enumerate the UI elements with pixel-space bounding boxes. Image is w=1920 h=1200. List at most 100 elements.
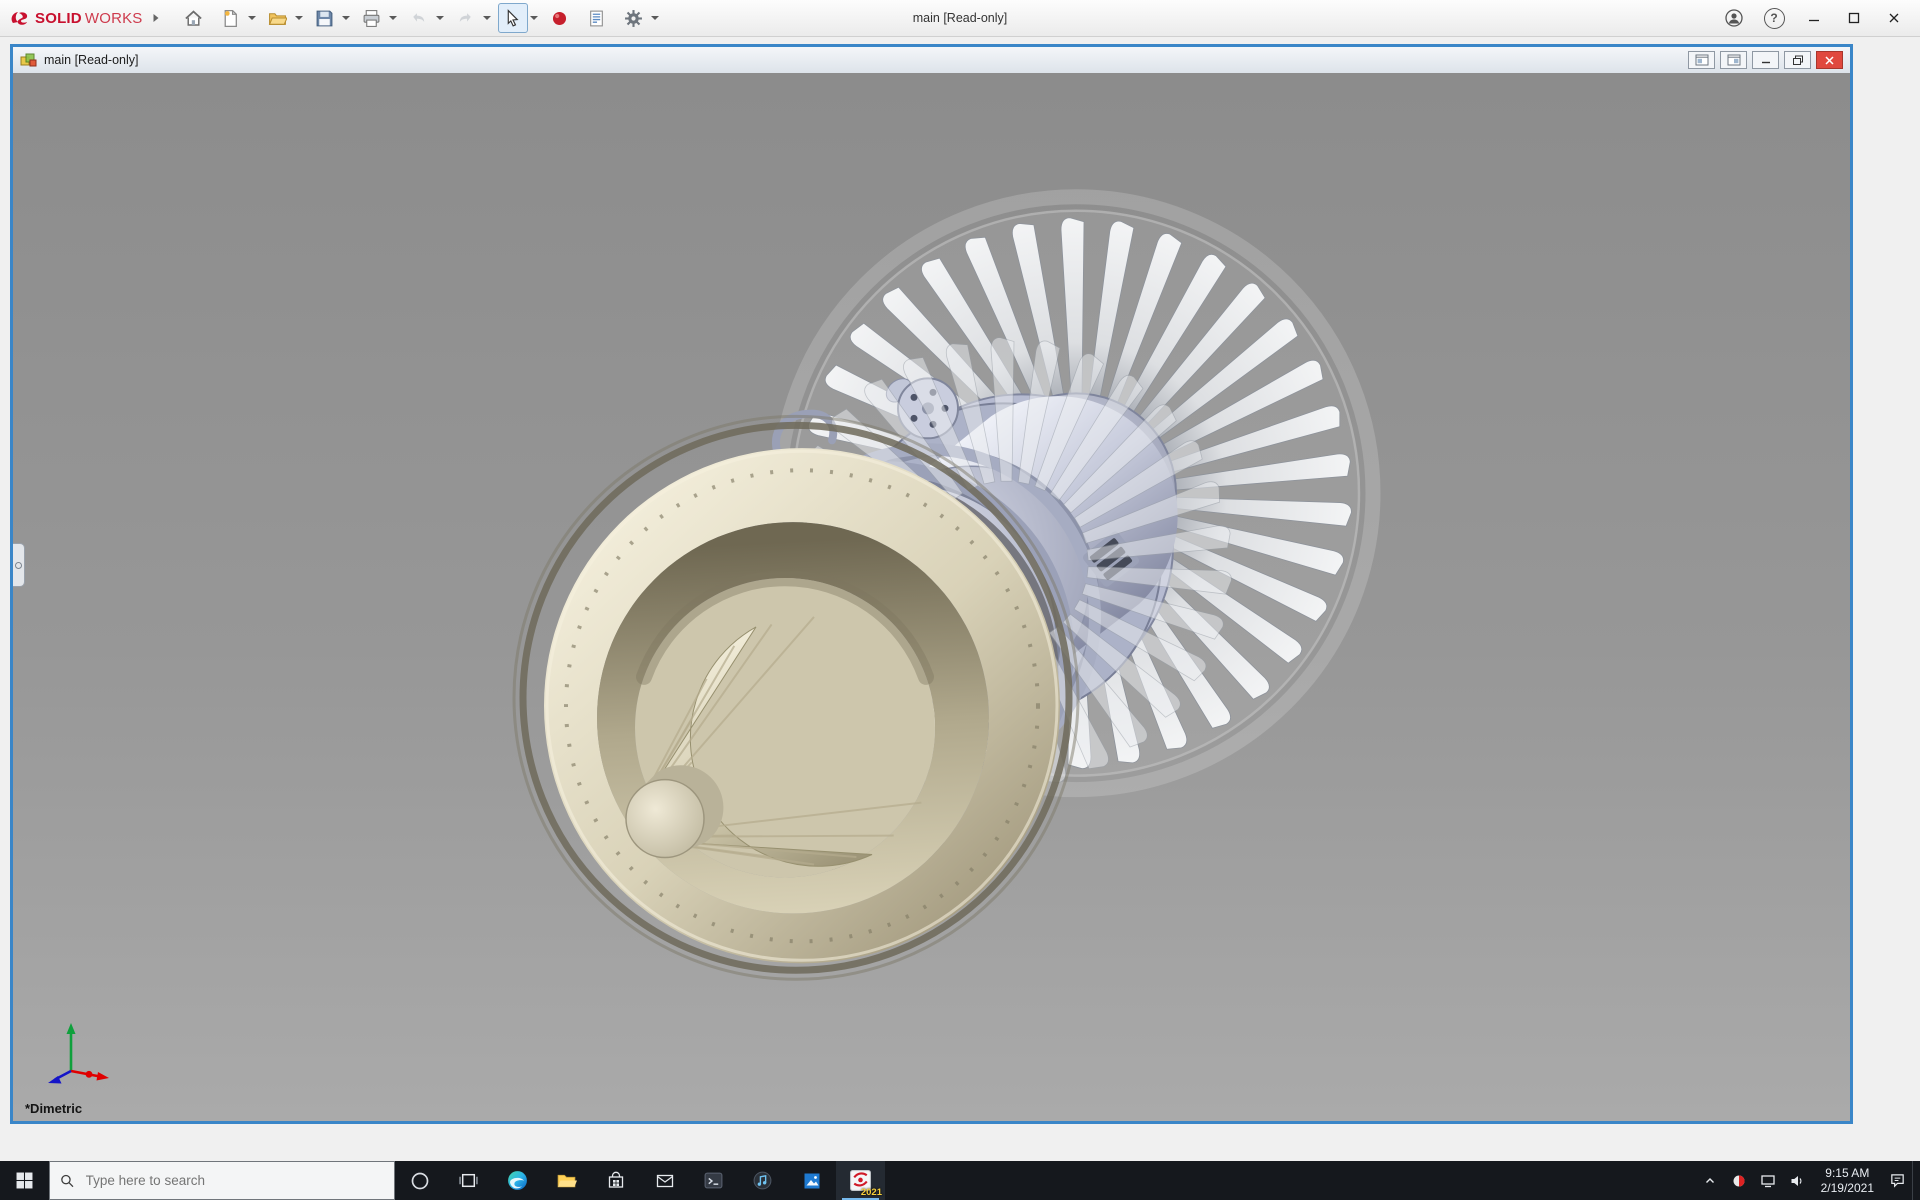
graphics-viewport[interactable]: *Dimetric [13,73,1850,1121]
taskbar-app-media-player[interactable] [738,1161,787,1200]
red-sphere-button[interactable] [545,3,575,33]
search-icon [60,1173,75,1189]
task-view-button[interactable] [444,1161,493,1200]
view-orientation-label: *Dimetric [25,1101,82,1116]
app-window-title: main [Read-only] [913,11,1008,25]
red-sphere-icon [550,9,569,28]
save-dropdown[interactable] [342,16,350,20]
resource-monitor-icon [1732,1174,1746,1188]
tray-network[interactable] [1754,1161,1783,1200]
tab-dot-icon [15,562,22,569]
screen: SOLIDWORKS [0,0,1920,1200]
pane-left-icon [1695,54,1709,66]
brand-works: WORKS [85,10,143,27]
triad-y-axis[interactable] [67,1023,76,1071]
gear-icon [624,9,643,28]
taskbar-app-store[interactable] [591,1161,640,1200]
maximize-icon [1848,12,1860,24]
tray-expand-button[interactable] [1696,1161,1725,1200]
account-button[interactable] [1718,5,1750,31]
redo-button[interactable] [451,3,481,33]
start-button[interactable] [0,1161,49,1200]
select-tool-dropdown[interactable] [530,16,538,20]
help-icon: ? [1764,8,1785,29]
doc-close-button[interactable] [1816,51,1843,69]
options-dropdown[interactable] [651,16,659,20]
orientation-triad[interactable] [37,1015,117,1085]
open-dropdown[interactable] [295,16,303,20]
account-icon [1724,8,1744,28]
undo-button[interactable] [404,3,434,33]
mail-icon [655,1171,675,1191]
doc-restore-icon [1792,55,1804,66]
ethernet-icon [1760,1173,1776,1189]
taskbar-app-solidworks[interactable]: 2021 [836,1161,885,1200]
terminal-icon [703,1170,724,1191]
system-tray: 9:15 AM 2/19/2021 [1696,1161,1920,1200]
jet-engine-model[interactable] [514,197,1373,980]
clock-date: 2/19/2021 [1821,1181,1874,1196]
taskbar-app-photos[interactable] [787,1161,836,1200]
notification-center-button[interactable] [1883,1161,1912,1200]
taskbar-app-edge[interactable] [493,1161,542,1200]
triad-z-axis[interactable] [48,1071,71,1084]
edge-icon [506,1169,529,1192]
taskbar-search-box[interactable] [49,1161,395,1200]
feature-manager-collapsed-tab[interactable] [13,543,25,587]
doc-pane-left-button[interactable] [1688,51,1715,69]
new-document-button[interactable] [216,3,246,33]
taskbar-app-file-explorer[interactable] [542,1161,591,1200]
help-button[interactable]: ? [1758,5,1790,31]
media-player-icon [752,1170,773,1191]
file-properties-button[interactable] [582,3,612,33]
redo-dropdown[interactable] [483,16,491,20]
open-button[interactable] [263,3,293,33]
ds-logo-icon [10,10,32,26]
select-tool-button[interactable] [498,3,528,33]
document-window: main [Read-only] [10,44,1853,1124]
chevron-up-icon [1704,1175,1716,1187]
assembly-document-icon [20,52,37,68]
options-button[interactable] [619,3,649,33]
save-button[interactable] [310,3,340,33]
file-properties-icon [587,9,606,28]
clock-time: 9:15 AM [1821,1166,1874,1181]
minimize-app-button[interactable] [1798,5,1830,31]
notification-icon [1889,1172,1906,1189]
task-view-icon [459,1171,478,1190]
pane-right-icon [1727,54,1741,66]
taskbar-clock[interactable]: 9:15 AM 2/19/2021 [1812,1166,1883,1196]
home-icon [184,9,203,28]
print-dropdown[interactable] [389,16,397,20]
home-button[interactable] [179,3,209,33]
show-desktop-button[interactable] [1912,1161,1920,1200]
brand-solid: SOLID [35,10,82,27]
undo-icon [409,9,428,28]
doc-pane-right-button[interactable] [1720,51,1747,69]
cortana-button[interactable] [395,1161,444,1200]
undo-dropdown[interactable] [436,16,444,20]
solidworks-logo[interactable]: SOLIDWORKS [10,10,143,27]
close-app-button[interactable] [1878,5,1910,31]
maximize-app-button[interactable] [1838,5,1870,31]
search-input[interactable] [84,1172,384,1189]
minimize-icon [1808,12,1820,24]
doc-minimize-button[interactable] [1752,51,1779,69]
taskbar-app-mail[interactable] [640,1161,689,1200]
tray-resource-monitor[interactable] [1725,1161,1754,1200]
doc-restore-button[interactable] [1784,51,1811,69]
model-canvas[interactable] [13,73,1850,1121]
solidworks-version-badge: 2021 [861,1187,882,1198]
triad-x-axis[interactable] [71,1071,109,1081]
doc-close-icon [1824,55,1835,66]
windows-logo-icon [16,1172,33,1189]
redo-icon [456,9,475,28]
new-document-dropdown[interactable] [248,16,256,20]
tray-volume[interactable] [1783,1161,1812,1200]
taskbar-app-terminal[interactable] [689,1161,738,1200]
document-title-bar[interactable]: main [Read-only] [13,47,1850,73]
store-icon [606,1171,626,1191]
print-button[interactable] [357,3,387,33]
document-title: main [Read-only] [44,53,139,67]
toolbar-expand-icon[interactable] [147,6,165,30]
